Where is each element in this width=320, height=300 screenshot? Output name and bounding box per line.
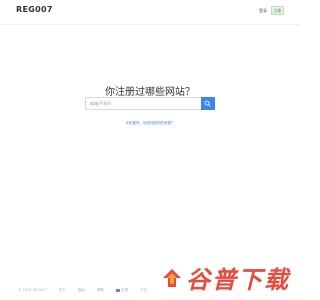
footer-link-privacy[interactable]: 隐私 — [78, 288, 85, 292]
site-logo[interactable]: REG007 — [16, 5, 53, 14]
page: REG007 登录 注册 你注册过哪些网站？ 手机被停，如何找回你的资源？ © … — [0, 0, 300, 300]
watermark: 谷普下载 — [161, 260, 290, 295]
footer: © 2018 REG007 关于 隐私 帮助 反馈 中文 — [18, 288, 158, 293]
download-logo-icon — [163, 268, 181, 287]
register-button[interactable]: 注册 — [271, 6, 284, 15]
login-link[interactable]: 登录 — [259, 8, 267, 14]
footer-link-feedback[interactable]: 反馈 — [116, 288, 128, 292]
footer-copyright: © 2018 REG007 — [18, 288, 47, 292]
footer-link-help[interactable]: 帮助 — [97, 288, 104, 292]
watermark-text: 谷普下载 — [186, 266, 290, 294]
footer-link-about[interactable]: 关于 — [59, 288, 66, 292]
footer-link-language[interactable]: 中文 — [140, 288, 147, 292]
page-headline: 你注册过哪些网站？ — [105, 87, 195, 98]
footer-feedback-label: 反馈 — [121, 288, 129, 292]
search-bar — [85, 97, 215, 110]
flag-icon — [116, 288, 121, 292]
search-input[interactable] — [85, 97, 201, 110]
search-icon — [204, 100, 211, 107]
top-navbar: REG007 登录 注册 — [0, 0, 300, 25]
search-button[interactable] — [201, 97, 215, 110]
recovery-hint-link[interactable]: 手机被停，如何找回你的资源？ — [0, 121, 300, 126]
